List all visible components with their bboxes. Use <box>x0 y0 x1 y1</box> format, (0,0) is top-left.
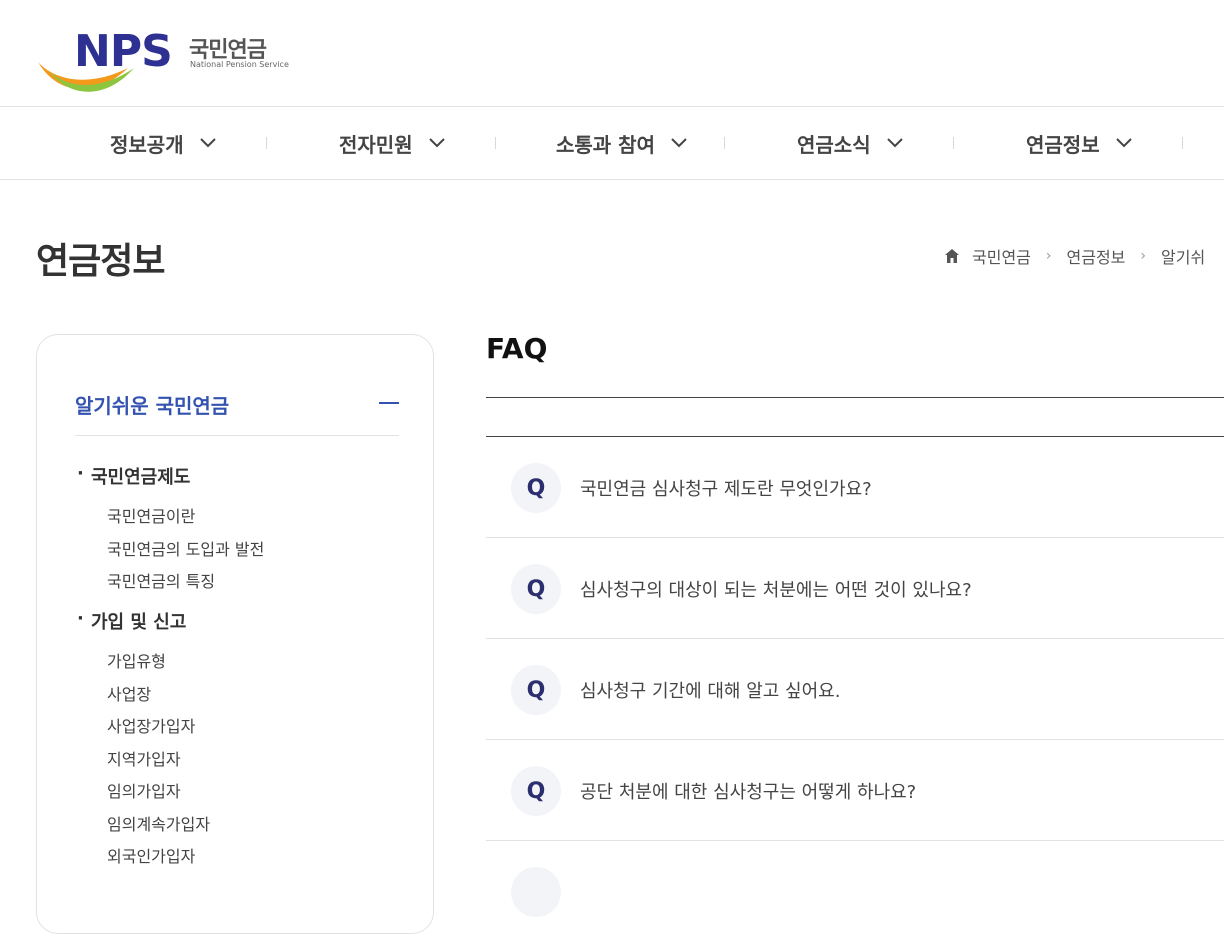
gnb-item-label: 연금소식 <box>797 132 871 157</box>
faq-item[interactable]: Q 공단 처분에 대한 심사청구는 어떻게 하나요? <box>486 740 1224 841</box>
faq-item[interactable]: Q 심사청구의 대상이 되는 처분에는 어떤 것이 있나요? <box>486 538 1224 639</box>
gnb-item-communication[interactable]: 소통과 참여 <box>556 107 687 179</box>
side-menu-title: 알기쉬운 국민연금 <box>75 394 230 418</box>
side-sub-item[interactable]: 임의계속가입자 <box>107 811 210 835</box>
gnb-separator <box>266 137 267 149</box>
gnb-item-label: 소통과 참여 <box>556 132 655 157</box>
side-sub-item[interactable]: 외국인가입자 <box>107 843 195 867</box>
minus-icon[interactable] <box>379 402 399 404</box>
question-icon: Q <box>511 463 561 513</box>
side-group-title[interactable]: 가입 및 신고 <box>77 608 186 634</box>
breadcrumb-item[interactable]: 알기쉬 <box>1161 244 1205 268</box>
page-title: 연금정보 <box>36 241 165 282</box>
gnb-item-pension-news[interactable]: 연금소식 <box>797 107 903 179</box>
question-icon: Q <box>511 766 561 816</box>
side-group-title[interactable]: 국민연금제도 <box>77 463 190 489</box>
chevron-right-icon: › <box>1045 248 1052 264</box>
gnb-item-pension-info[interactable]: 연금정보 <box>1026 107 1132 179</box>
gnb-separator <box>495 137 496 149</box>
content-title: FAQ <box>486 332 548 365</box>
gnb-item-info-disclosure[interactable]: 정보공개 <box>110 107 216 179</box>
faq-question: 심사청구의 대상이 되는 처분에는 어떤 것이 있나요? <box>580 580 972 601</box>
faq-item[interactable]: Q 국민연금 심사청구 제도란 무엇인가요? <box>486 437 1224 538</box>
logo-wordmark: NPS <box>74 26 173 77</box>
question-icon <box>511 867 561 917</box>
side-sub-item[interactable]: 지역가입자 <box>107 746 181 770</box>
faq-question: 심사청구 기간에 대해 알고 싶어요. <box>580 681 841 702</box>
faq-item[interactable] <box>486 841 1224 942</box>
chevron-down-icon <box>1115 138 1132 148</box>
question-icon: Q <box>511 665 561 715</box>
side-menu-header[interactable]: 알기쉬운 국민연금 <box>75 387 399 436</box>
gnb-item-label: 전자민원 <box>339 132 413 157</box>
gnb-separator <box>1182 137 1183 149</box>
title-divider <box>486 397 1224 398</box>
gnb-item-label: 연금정보 <box>1026 132 1100 157</box>
home-icon[interactable] <box>944 248 960 264</box>
side-sub-item[interactable]: 국민연금의 도입과 발전 <box>107 536 264 560</box>
faq-item[interactable]: Q 심사청구 기간에 대해 알고 싶어요. <box>486 639 1224 740</box>
breadcrumb: 국민연금 › 연금정보 › 알기쉬 <box>944 244 1205 268</box>
faq-question: 국민연금 심사청구 제도란 무엇인가요? <box>580 479 872 500</box>
side-menu: 알기쉬운 국민연금 국민연금제도 국민연금이란 국민연금의 도입과 발전 국민연… <box>36 334 434 934</box>
gnb-separator <box>724 137 725 149</box>
chevron-down-icon <box>199 138 216 148</box>
side-sub-item[interactable]: 사업장가입자 <box>107 713 195 737</box>
chevron-down-icon <box>428 138 445 148</box>
nav-divider <box>0 179 1224 180</box>
side-sub-item[interactable]: 사업장 <box>107 681 151 705</box>
site-header: NPS 국민연금 National Pension Service <box>0 0 1224 106</box>
faq-question: 공단 처분에 대한 심사청구는 어떻게 하나요? <box>580 782 917 803</box>
gnb-item-label: 정보공개 <box>110 132 184 157</box>
chevron-down-icon <box>671 138 687 148</box>
side-sub-item[interactable]: 가입유형 <box>107 648 166 672</box>
chevron-down-icon <box>886 138 903 148</box>
gnb-item-e-civil[interactable]: 전자민원 <box>339 107 445 179</box>
nps-logo[interactable]: NPS 국민연금 National Pension Service <box>36 26 296 98</box>
global-nav: 정보공개 전자민원 소통과 참여 연금소식 연금정보 <box>0 107 1224 179</box>
gnb-separator <box>953 137 954 149</box>
chevron-right-icon: › <box>1140 248 1146 264</box>
breadcrumb-item[interactable]: 국민연금 <box>972 244 1031 268</box>
question-icon: Q <box>511 564 561 614</box>
logo-english-name: National Pension Service <box>190 60 289 69</box>
side-sub-item[interactable]: 국민연금의 특징 <box>107 568 215 592</box>
side-sub-item[interactable]: 임의가입자 <box>107 778 181 802</box>
breadcrumb-item[interactable]: 연금정보 <box>1067 244 1126 268</box>
side-sub-item[interactable]: 국민연금이란 <box>107 503 195 527</box>
